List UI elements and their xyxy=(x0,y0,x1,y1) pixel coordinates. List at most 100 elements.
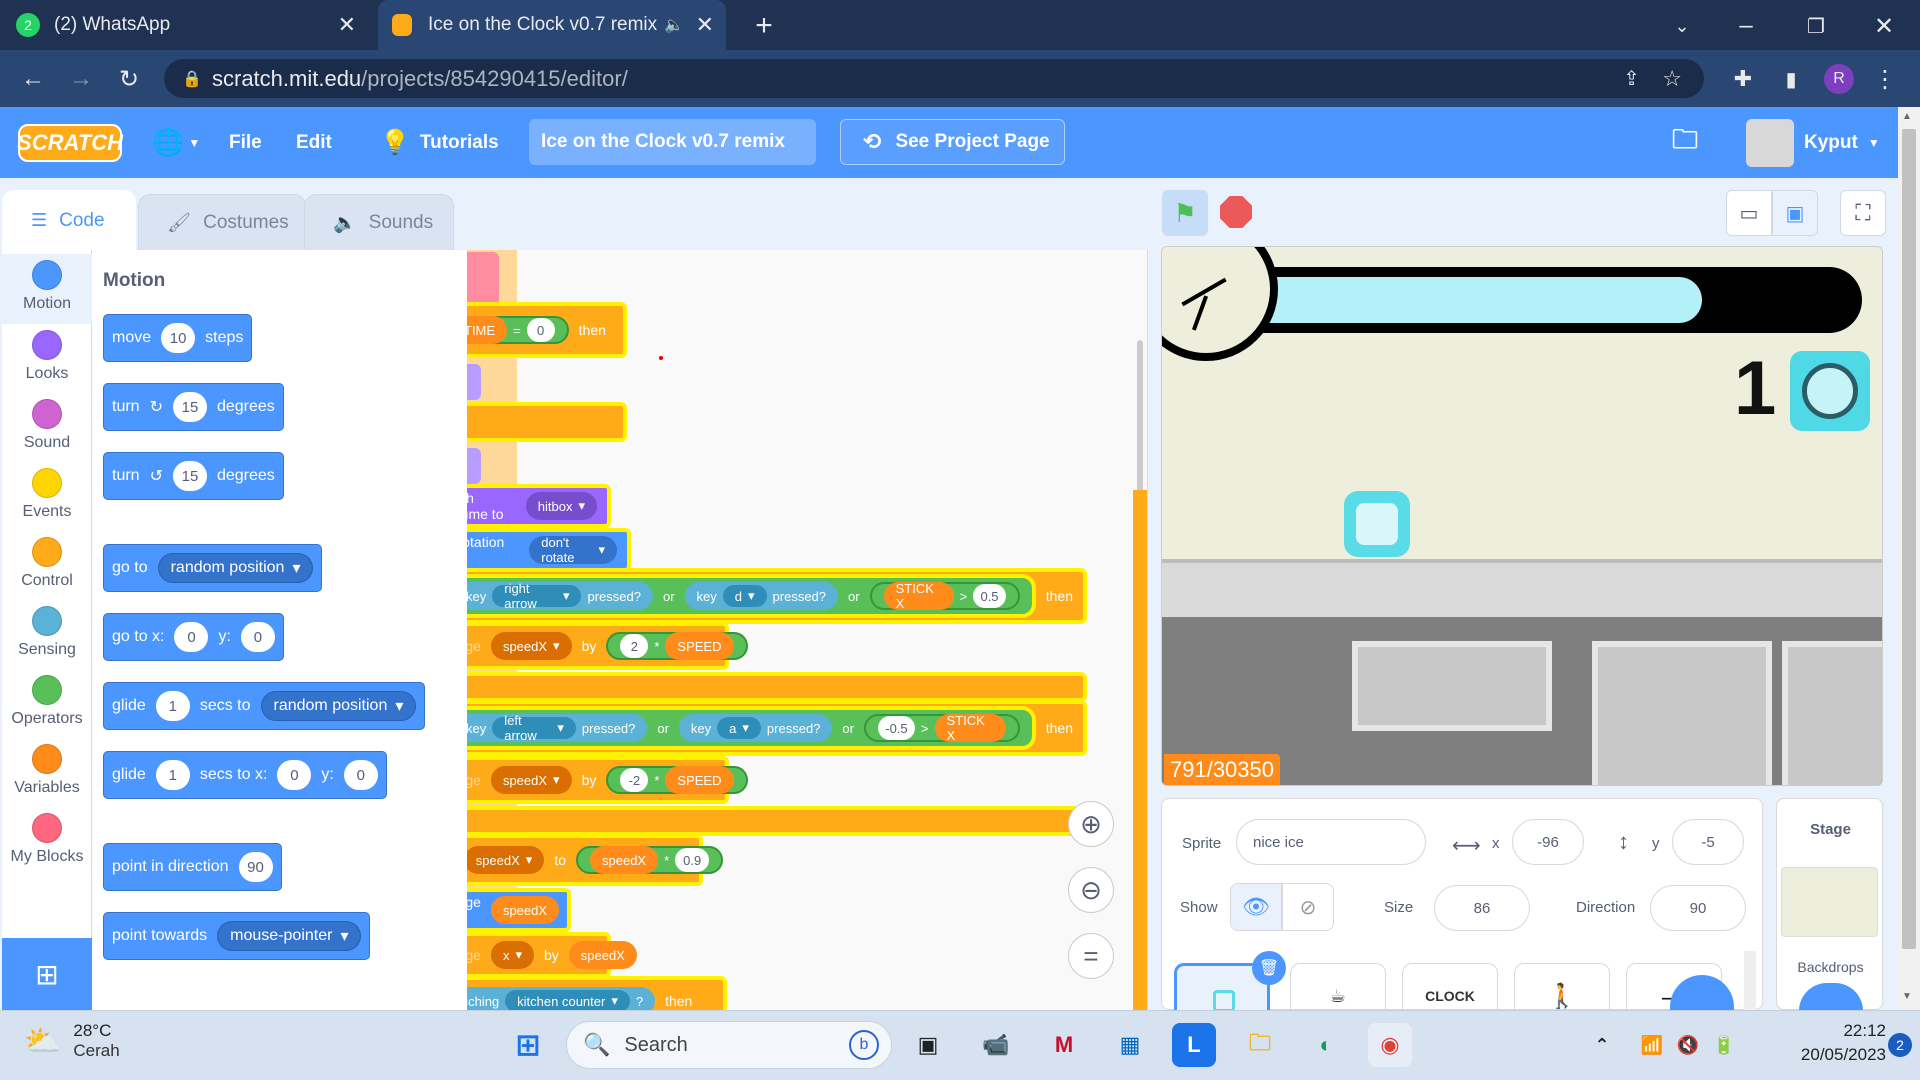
or-operator[interactable]: key right arrow ▾ pressed? or key d ▾ pressed?… xyxy=(467,574,1036,618)
project-title-input[interactable]: Ice on the Clock v0.7 remix xyxy=(529,119,816,165)
multiply-operator[interactable]: -2 * SPEED xyxy=(606,766,748,794)
stage-backdrop-thumb[interactable] xyxy=(1781,867,1878,937)
store-icon[interactable]: ▦ xyxy=(1108,1023,1152,1067)
gt-operator[interactable]: -0.5 > STICK X xyxy=(863,713,1020,743)
weather-widget[interactable]: ⛅ 28°C Cerah xyxy=(24,1021,120,1061)
sprite-name-input[interactable]: nice ice xyxy=(1236,819,1426,865)
chrome-icon[interactable]: ◉ xyxy=(1368,1023,1412,1067)
time-equals-operator[interactable]: TIME = 0 xyxy=(467,316,569,344)
multiply-operator[interactable]: speedX * 0.9 xyxy=(576,846,724,874)
value-input[interactable]: -2 xyxy=(620,768,649,792)
else-block[interactable]: else xyxy=(467,402,627,442)
sprite-thumb[interactable]: CLOCK xyxy=(1402,963,1498,1011)
category-events[interactable]: Events xyxy=(2,468,92,521)
my-stuff-folder-icon[interactable]: 🗀 xyxy=(1672,107,1698,178)
variable-dropdown[interactable]: speedX ▾ xyxy=(490,632,572,660)
profile-avatar[interactable]: R xyxy=(1824,64,1854,94)
category-sound[interactable]: Sound xyxy=(2,399,92,452)
x-input[interactable]: -96 xyxy=(1512,819,1584,865)
change-speedx-block[interactable]: change speedX▾ by 2 * SPEED xyxy=(467,622,748,670)
switch-costume-block[interactable]: switch costume to hitbox▾ xyxy=(467,484,611,528)
show-hidden-button[interactable]: ⊘ xyxy=(1282,883,1334,931)
block-move-steps[interactable]: move 10 steps xyxy=(103,314,253,362)
show-visible-button[interactable]: 👁 xyxy=(1230,883,1282,931)
key-pressed-sensing[interactable]: key right arrow ▾ pressed? xyxy=(467,581,653,611)
windows-start-icon[interactable]: ⊞ xyxy=(506,1023,550,1067)
zoom-out-button[interactable]: ⊖ xyxy=(1068,867,1114,913)
size-input[interactable]: 86 xyxy=(1434,885,1530,931)
block-glide-xy[interactable]: glide 1 secs to x: 0 y: 0 xyxy=(103,751,387,799)
if-left-block[interactable]: if keyleft arrow▾pressed? or keya▾presse… xyxy=(467,700,1087,756)
block-point-towards[interactable]: point towards mouse-pointer ▾ xyxy=(103,912,371,960)
change-x-block[interactable]: change x▾ by speedX xyxy=(467,932,637,978)
secs-input[interactable]: 1 xyxy=(155,691,190,721)
variable-dropdown[interactable]: speedX ▾ xyxy=(490,766,572,794)
sprite-thumb[interactable]: 🚶 xyxy=(1514,963,1610,1011)
teams-icon[interactable]: 📹 xyxy=(974,1023,1018,1067)
page-scrollbar[interactable]: ▲ ▼ xyxy=(1898,107,1920,1010)
key-dropdown[interactable]: a ▾ xyxy=(717,717,761,739)
key-dropdown[interactable]: right arrow ▾ xyxy=(492,581,582,611)
gt-operator[interactable]: STICK X >0.5 xyxy=(869,581,1020,611)
time-variable[interactable]: TIME xyxy=(467,316,508,344)
workspace-scrollbar[interactable] xyxy=(1137,340,1143,500)
block-turn-right[interactable]: turn ↻ 15 degrees xyxy=(103,383,284,431)
small-stage-button[interactable]: ▭ xyxy=(1726,190,1772,236)
y-input[interactable]: 0 xyxy=(240,622,275,652)
key-pressed-sensing[interactable]: key left arrow ▾ pressed? xyxy=(467,713,648,743)
clock-date[interactable]: 20/05/2023 xyxy=(1756,1045,1886,1065)
category-operators[interactable]: Operators xyxy=(2,675,92,728)
tutorials-button[interactable]: 💡 Tutorials xyxy=(380,107,499,178)
stop-icon[interactable] xyxy=(1220,196,1252,228)
value-input[interactable]: 2 xyxy=(620,634,649,658)
set-rotation-style-block[interactable]: set rotation style don't rotate▾ xyxy=(467,528,631,572)
key-pressed-sensing[interactable]: key d ▾ pressed? xyxy=(684,582,839,610)
ice-cube-sprite[interactable] xyxy=(1344,491,1410,557)
large-stage-button[interactable]: ▣ xyxy=(1772,190,1818,236)
menu-edit[interactable]: Edit xyxy=(296,107,332,178)
speed-variable[interactable]: SPEED xyxy=(665,766,734,794)
side-panel-icon[interactable]: ▮ xyxy=(1772,60,1810,98)
url-field[interactable]: 🔒 scratch.mit.edu/projects/854290415/edi… xyxy=(164,59,1704,98)
sprite-list-scrollbar[interactable] xyxy=(1744,951,1756,1011)
change-x-by-block[interactable]: change x by speedX xyxy=(467,888,571,932)
steps-input[interactable]: 10 xyxy=(161,323,196,353)
x-input[interactable]: 0 xyxy=(277,760,312,790)
tab-whatsapp[interactable]: 2 (2) WhatsApp ✕ xyxy=(16,0,366,50)
fullscreen-icon[interactable]: ⛶ xyxy=(1840,190,1886,236)
more-menu-icon[interactable]: ⋮ xyxy=(1870,60,1900,98)
variable-dropdown[interactable]: x ▾ xyxy=(490,941,534,969)
category-variables[interactable]: Variables xyxy=(2,744,92,797)
tab-sounds[interactable]: 🔈 Sounds xyxy=(304,194,454,250)
account-menu[interactable]: Kyput ▼ xyxy=(1746,107,1880,178)
direction-input[interactable]: 90 xyxy=(238,852,273,882)
value-input[interactable]: 0.9 xyxy=(675,848,710,872)
touching-dropdown[interactable]: kitchen counter ▾ xyxy=(505,990,630,1010)
hide-block[interactable]: hide xyxy=(467,364,481,400)
show-hidden-icons-icon[interactable]: ⌃ xyxy=(1580,1023,1624,1067)
speaker-icon[interactable]: 🔈 xyxy=(664,15,684,35)
secs-input[interactable]: 1 xyxy=(155,760,190,790)
block-point-in-direction[interactable]: point in direction 90 xyxy=(103,843,282,891)
value-input[interactable]: 0 xyxy=(526,318,555,342)
speed-variable[interactable]: SPEED xyxy=(665,632,734,660)
add-extension-button[interactable]: ⊞ xyxy=(2,938,92,1010)
block-go-to-xy[interactable]: go to x: 0 y: 0 xyxy=(103,613,284,661)
taskbar-search[interactable]: 🔍 Search b xyxy=(566,1021,892,1069)
stickx-variable[interactable]: STICK X xyxy=(934,713,1006,743)
minimize-icon[interactable]: – xyxy=(1728,8,1764,44)
block-glide[interactable]: glide 1 secs to random position ▾ xyxy=(103,682,426,730)
mcafee-icon[interactable]: M xyxy=(1042,1023,1086,1067)
direction-input[interactable]: 90 xyxy=(1650,885,1746,931)
goto-dropdown[interactable]: random position ▾ xyxy=(157,553,314,583)
scroll-thumb[interactable] xyxy=(1902,129,1916,949)
restore-icon[interactable]: ❐ xyxy=(1798,8,1834,44)
add-backdrop-button[interactable] xyxy=(1799,983,1863,1011)
speedx-variable[interactable]: speedX xyxy=(490,896,560,924)
category-looks[interactable]: Looks xyxy=(2,330,92,383)
chevron-down-icon[interactable]: ⌄ xyxy=(1664,8,1700,44)
stage-canvas[interactable]: 1 791/30350 xyxy=(1161,246,1883,786)
scroll-down-arrow-icon[interactable]: ▼ xyxy=(1902,991,1912,1002)
degrees-input[interactable]: 15 xyxy=(172,461,207,491)
rotation-dropdown[interactable]: don't rotate ▾ xyxy=(529,535,617,565)
